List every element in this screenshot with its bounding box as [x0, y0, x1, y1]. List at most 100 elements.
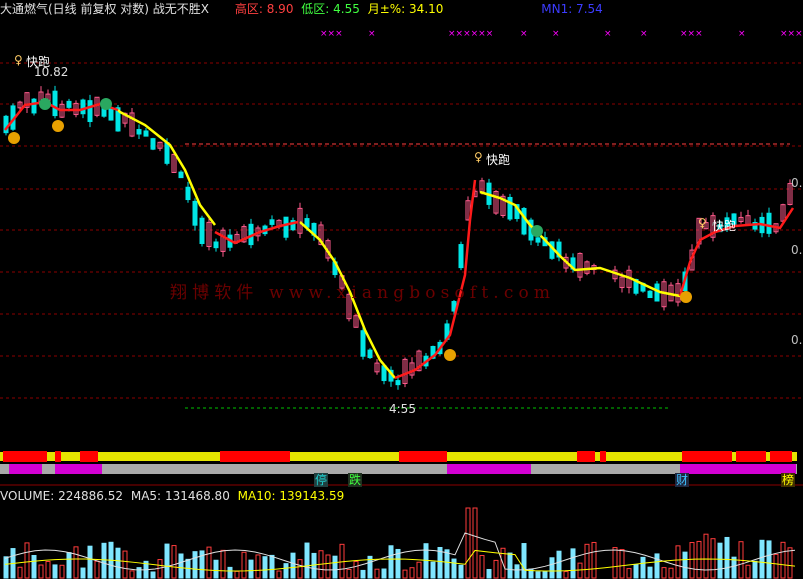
- volume-bar: [535, 571, 541, 579]
- right-tick-1: 0.: [791, 176, 803, 190]
- volume-bar: [304, 542, 310, 579]
- svg-text:×: ×: [604, 29, 612, 39]
- top-marks: ××× × ×××××× × × × × ××× × ×××: [320, 29, 803, 39]
- volume-bar: [206, 546, 212, 579]
- svg-text:×××: ×××: [680, 29, 703, 39]
- volume-bar: [556, 550, 562, 579]
- volume-bar: [661, 567, 667, 579]
- volume-bar: [241, 551, 247, 579]
- volume-bar: [416, 561, 422, 579]
- right-tick-2: 0.: [791, 243, 803, 257]
- volume-bar: [493, 559, 499, 579]
- volume-bar: [220, 549, 226, 579]
- volume-bar: [486, 568, 492, 579]
- signal-run-3: 快跑: [712, 219, 737, 233]
- tag-rank: 榜: [781, 473, 796, 487]
- volume-bar: [752, 560, 758, 579]
- tag-fall: 跌: [348, 473, 363, 487]
- volume-bar: [94, 560, 100, 579]
- band-yellow: [0, 452, 797, 461]
- volume-bar: [780, 541, 786, 579]
- volume-bar: [409, 567, 415, 579]
- volume-bar: [549, 557, 555, 579]
- volume-bar: [591, 541, 597, 579]
- volume-label: VOLUME:: [0, 489, 55, 503]
- candlesticks: [3, 85, 793, 390]
- volume-bar: [766, 540, 772, 579]
- volume-bar: [178, 553, 184, 579]
- volume-bar: [31, 554, 37, 579]
- volume-bar: [465, 507, 471, 579]
- volume-bar: [514, 564, 520, 579]
- volume-bar: [563, 571, 569, 579]
- volume-bar: [717, 542, 723, 579]
- volume-bar: [332, 555, 338, 579]
- ma10-value: 139143.59: [279, 489, 345, 503]
- volume-bar: [311, 552, 317, 579]
- svg-text:×××: ×××: [320, 29, 343, 39]
- volume-bar: [255, 554, 261, 579]
- volume-bar: [360, 569, 366, 579]
- volume-bar: [654, 553, 660, 579]
- volume-bar: [66, 552, 72, 579]
- svg-text:×: ×: [552, 29, 560, 39]
- volume-bar: [325, 554, 331, 579]
- volume-bar: [339, 543, 345, 579]
- volume-bar: [150, 571, 156, 579]
- volume-bar: [353, 560, 359, 579]
- volume-bar: [213, 559, 219, 579]
- runner-icon-2: ♀: [474, 150, 483, 164]
- volume-bar: [507, 552, 513, 579]
- volume-bar: [17, 566, 23, 579]
- volume-bar: [388, 545, 394, 579]
- volume-bar: [381, 568, 387, 579]
- volume-bar: [542, 570, 548, 579]
- volume-bar: [703, 533, 709, 579]
- svg-text:×: ×: [640, 29, 648, 39]
- volume-bar: [570, 548, 576, 579]
- volume-bar: [584, 543, 590, 579]
- volume-bar: [101, 542, 107, 579]
- volume-bar: [346, 568, 352, 579]
- volume-bar: [164, 543, 170, 579]
- volume-bar: [612, 547, 618, 579]
- volume-bar: [710, 538, 716, 579]
- peak-price: 10.82: [34, 65, 69, 79]
- volume-bar: [52, 564, 58, 579]
- volume-bar: [136, 567, 142, 579]
- svg-text:×: ×: [738, 29, 746, 39]
- volume-bar: [122, 550, 128, 579]
- volume-bar: [773, 553, 779, 579]
- volume-bar: [73, 546, 79, 579]
- svg-text:×: ×: [520, 29, 528, 39]
- volume-bar: [647, 566, 653, 579]
- volume-bar: [626, 568, 632, 579]
- right-tick-3: 0.: [791, 333, 803, 347]
- volume-bar: [472, 507, 478, 579]
- volume-value: 224886.52: [58, 489, 124, 503]
- volume-bar: [38, 564, 44, 579]
- volume-bar: [283, 563, 289, 579]
- volume-bar: [759, 539, 765, 579]
- volume-bar: [115, 547, 121, 579]
- ma10-label: MA10:: [237, 489, 276, 503]
- volume-bar: [444, 549, 450, 579]
- volume-bar: [479, 555, 485, 579]
- volume-bar: [633, 563, 639, 579]
- volume-bar: [451, 558, 457, 579]
- volume-bar: [234, 570, 240, 579]
- volume-bar: [192, 551, 198, 579]
- svg-text:×: ×: [368, 29, 376, 39]
- volume-bar: [745, 564, 751, 579]
- runner-icon-3: ♀: [698, 216, 707, 230]
- tag-wealth: 财: [675, 473, 690, 487]
- volume-bar: [640, 556, 646, 579]
- svg-text:×××: ×××: [780, 29, 803, 39]
- volume-bar: [87, 545, 93, 579]
- volume-bar: [374, 568, 380, 579]
- volume-bar: [619, 549, 625, 579]
- volume-bar: [682, 551, 688, 579]
- volume-bar: [24, 542, 30, 579]
- volume-bar: [402, 569, 408, 579]
- volume-bar: [458, 564, 464, 579]
